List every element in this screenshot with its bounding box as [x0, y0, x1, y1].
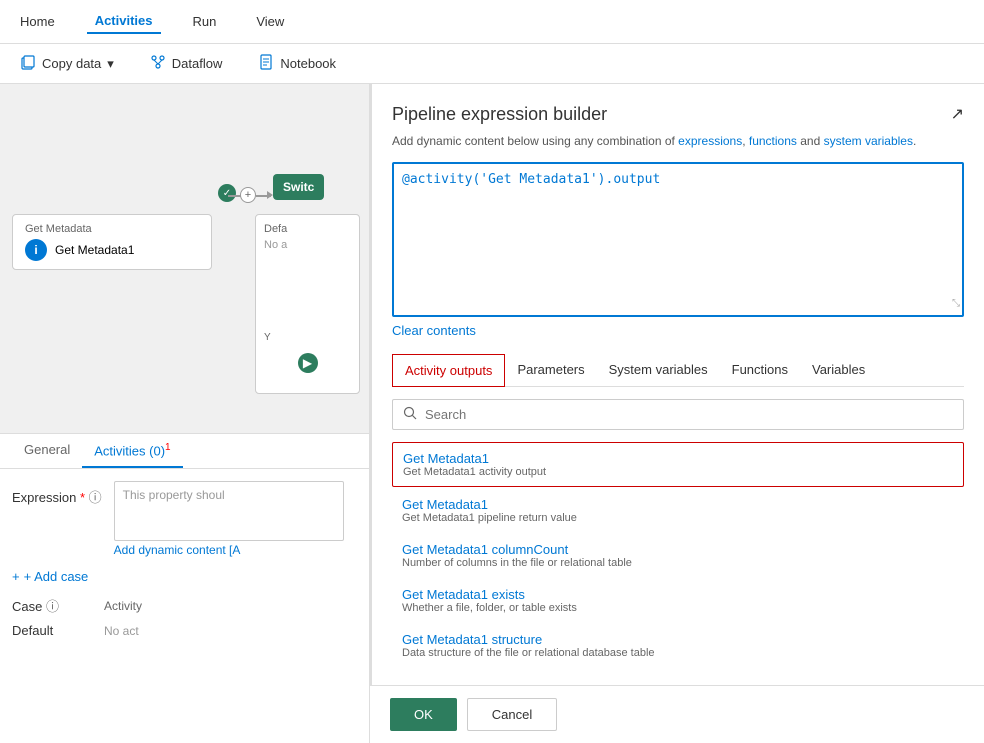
- tab-activities[interactable]: Activities (0)1: [82, 434, 182, 468]
- default-sub: No a: [264, 239, 351, 251]
- expression-placeholder: This property shoul: [123, 488, 225, 502]
- default-value: No act: [104, 624, 139, 638]
- expression-field-wrap: This property shoul Add dynamic content …: [114, 481, 357, 557]
- dataflow-icon: [150, 54, 166, 73]
- output-list: Get Metadata1 Get Metadata1 activity out…: [392, 442, 964, 669]
- expression-row: Expression * ⓘ This property shoul Add d…: [12, 481, 357, 557]
- node-name: Get Metadata1: [55, 243, 134, 257]
- expression-builder-panel: ↗ Pipeline expression builder Add dynami…: [370, 84, 984, 743]
- builder-actions: OK Cancel: [370, 685, 984, 743]
- switch-y-label: Y: [264, 332, 271, 343]
- arrow-plus[interactable]: +: [240, 187, 256, 203]
- nav-run[interactable]: Run: [185, 10, 225, 33]
- expression-value: @activity('Get Metadata1').output: [402, 172, 660, 187]
- item-desc: Data structure of the file or relational…: [402, 647, 954, 659]
- builder-title: Pipeline expression builder: [392, 104, 964, 125]
- get-metadata-node[interactable]: Get Metadata i Get Metadata1: [12, 214, 212, 270]
- copy-data-button[interactable]: Copy data ▾: [12, 50, 122, 77]
- builder-subtitle: Add dynamic content below using any comb…: [392, 133, 964, 150]
- item-title: Get Metadata1 columnCount: [402, 542, 954, 557]
- notebook-icon: [258, 54, 274, 73]
- dataflow-button[interactable]: Dataflow: [142, 50, 231, 77]
- dataflow-label: Dataflow: [172, 56, 223, 71]
- search-icon: [403, 406, 417, 423]
- item-desc: Get Metadata1 pipeline return value: [402, 512, 954, 524]
- case-row: Case ⓘ Activity: [12, 596, 357, 615]
- list-item[interactable]: Get Metadata1 Get Metadata1 pipeline ret…: [392, 489, 964, 532]
- list-item[interactable]: Get Metadata1 Get Metadata1 activity out…: [392, 442, 964, 487]
- expression-input[interactable]: This property shoul: [114, 481, 344, 541]
- search-input[interactable]: [425, 407, 953, 422]
- add-dynamic-link[interactable]: Add dynamic content [A: [114, 543, 357, 557]
- props-tabs: General Activities (0)1: [0, 434, 369, 469]
- copy-data-label: Copy data: [42, 56, 101, 71]
- copy-data-icon: [20, 54, 36, 73]
- required-star: *: [80, 490, 85, 505]
- search-box: [392, 399, 964, 430]
- tabs-row: Activity outputs Parameters System varia…: [392, 354, 964, 387]
- tab-system-variables[interactable]: System variables: [597, 354, 720, 386]
- switch-green-icon: ▶: [298, 353, 318, 373]
- highlight-expressions: expressions: [678, 134, 742, 148]
- node-body: i Get Metadata1: [25, 239, 199, 261]
- expression-builder: ↗ Pipeline expression builder Add dynami…: [370, 84, 984, 685]
- highlight-sysvars: system variables: [824, 134, 913, 148]
- list-item[interactable]: Get Metadata1 columnCount Number of colu…: [392, 534, 964, 577]
- list-item[interactable]: Get Metadata1 exists Whether a file, fol…: [392, 579, 964, 622]
- info-icon: i: [25, 239, 47, 261]
- expression-textarea-wrap: @activity('Get Metadata1').output ⤡: [392, 162, 964, 317]
- activities-badge: 1: [165, 442, 171, 453]
- tab-activity-outputs[interactable]: Activity outputs: [392, 354, 505, 387]
- resize-handle[interactable]: ⤡: [952, 298, 960, 309]
- item-title: Get Metadata1 exists: [402, 587, 954, 602]
- item-desc: Number of columns in the file or relatio…: [402, 557, 954, 569]
- expression-label: Expression * ⓘ: [12, 481, 102, 506]
- nav-view[interactable]: View: [248, 10, 292, 33]
- pipeline-canvas: Get Metadata i Get Metadata1 ✓ + Switc: [0, 84, 369, 424]
- main-area: Get Metadata i Get Metadata1 ✓ + Switc: [0, 84, 984, 743]
- top-nav: Home Activities Run View: [0, 0, 984, 44]
- clear-contents-link[interactable]: Clear contents: [392, 323, 476, 338]
- ok-button[interactable]: OK: [390, 698, 457, 731]
- item-desc: Get Metadata1 activity output: [403, 466, 953, 478]
- nav-activities[interactable]: Activities: [87, 9, 161, 34]
- tab-general[interactable]: General: [12, 434, 82, 468]
- toolbar: Copy data ▾ Dataflow Notebook: [0, 44, 984, 84]
- add-case-button[interactable]: + + Add case: [12, 569, 357, 584]
- item-title: Get Metadata1: [402, 497, 954, 512]
- check-icon: ✓: [218, 184, 236, 202]
- tab-parameters[interactable]: Parameters: [505, 354, 596, 386]
- item-title: Get Metadata1: [403, 451, 953, 466]
- notebook-label: Notebook: [280, 56, 336, 71]
- tab-functions[interactable]: Functions: [720, 354, 800, 386]
- plus-icon: +: [12, 569, 20, 584]
- node-title: Get Metadata: [25, 223, 199, 235]
- list-item[interactable]: Get Metadata1 structure Data structure o…: [392, 624, 964, 667]
- cancel-button[interactable]: Cancel: [467, 698, 557, 731]
- info-tooltip-icon: ⓘ: [89, 490, 102, 505]
- tab-variables[interactable]: Variables: [800, 354, 877, 386]
- default-label: Defa: [264, 223, 351, 235]
- switch-body: Defa No a ▶ Y: [255, 214, 360, 394]
- item-title: Get Metadata1 structure: [402, 632, 954, 647]
- canvas-area: Get Metadata i Get Metadata1 ✓ + Switc: [0, 84, 370, 743]
- switch-node[interactable]: Switc: [273, 174, 324, 200]
- expand-icon[interactable]: ↗: [951, 104, 964, 124]
- expression-display[interactable]: @activity('Get Metadata1').output: [392, 162, 964, 317]
- activity-value: Activity: [104, 599, 142, 613]
- nav-home[interactable]: Home: [12, 10, 63, 33]
- case-label: Case ⓘ: [12, 596, 92, 615]
- item-desc: Whether a file, folder, or table exists: [402, 602, 954, 614]
- notebook-button[interactable]: Notebook: [250, 50, 344, 77]
- switch-label: Switc: [283, 180, 314, 194]
- props-content: Expression * ⓘ This property shoul Add d…: [0, 469, 369, 658]
- highlight-functions: functions: [749, 134, 797, 148]
- default-label-prop: Default: [12, 623, 92, 638]
- case-info-icon: ⓘ: [46, 599, 59, 614]
- properties-panel: General Activities (0)1 Expression * ⓘ T…: [0, 433, 369, 743]
- default-row: Default No act: [12, 623, 357, 638]
- copy-data-chevron[interactable]: ▾: [107, 56, 114, 72]
